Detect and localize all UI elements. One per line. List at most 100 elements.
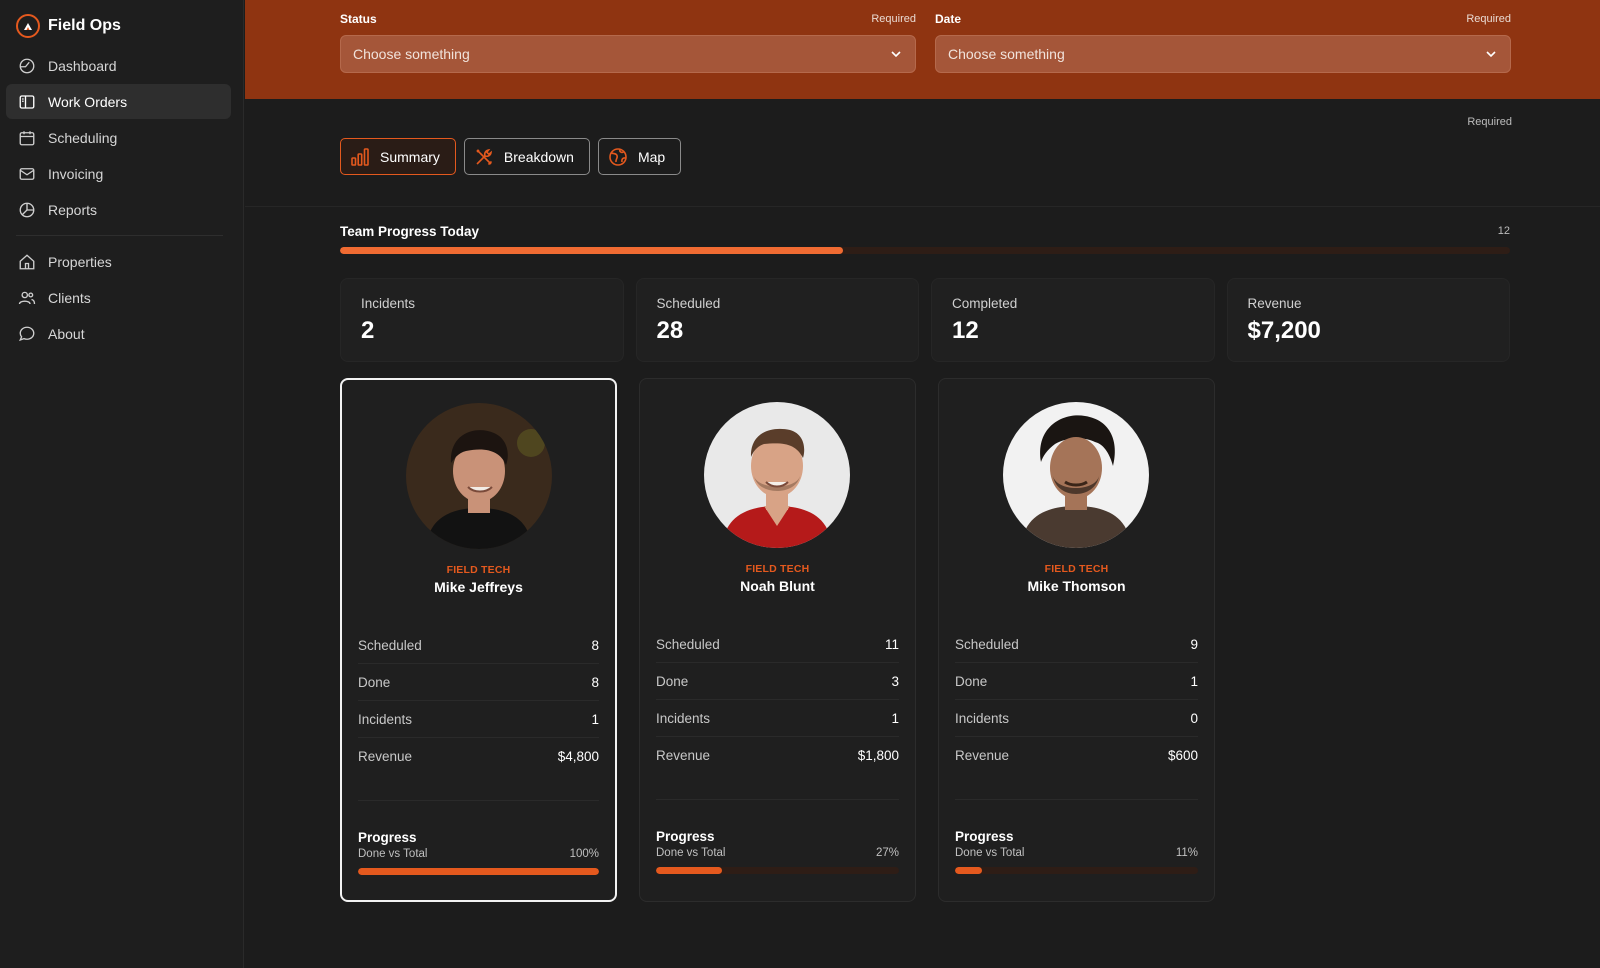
team-progress-fill [340, 247, 844, 254]
progress-percent: 11% [1175, 847, 1198, 859]
chevron-down-icon [891, 51, 901, 58]
progress-percent: 27% [875, 847, 899, 859]
team-progress-title: Team Progress Today [340, 223, 480, 239]
pie-chart-icon [19, 202, 35, 217]
tab-summary[interactable]: Summary [340, 138, 456, 175]
stat-incidents: Incidents 2 [340, 278, 624, 362]
progress-percent: 100% [569, 848, 599, 860]
sidebar-item-clients[interactable]: Clients [6, 280, 231, 315]
bar-chart-icon [351, 147, 369, 166]
tech-stat-row: Incidents 1 [358, 701, 599, 738]
sidebar-item-properties[interactable]: Properties [6, 244, 231, 279]
work-orders-icon [19, 94, 35, 109]
tools-icon [476, 148, 492, 165]
avatar [1003, 402, 1149, 548]
dashboard-icon [19, 58, 35, 73]
message-icon [19, 326, 35, 341]
globe-icon [609, 147, 627, 166]
row-value: $1,800 [857, 748, 899, 763]
mail-icon [19, 167, 35, 180]
tech-stat-row: Scheduled 9 [955, 626, 1198, 663]
tech-card[interactable]: FIELD TECH Noah Blunt Scheduled 11 Done 3 … [639, 378, 916, 902]
tech-stat-row: Scheduled 11 [656, 626, 899, 663]
sidebar-item-scheduling[interactable]: Scheduling [6, 120, 231, 155]
sidebar-item-invoicing[interactable]: Invoicing [6, 156, 231, 191]
sidebar-item-work-orders[interactable]: Work Orders [6, 84, 231, 119]
avatar-photo [704, 402, 850, 548]
tab-label: Breakdown [503, 148, 574, 165]
brand[interactable]: Field Ops [16, 13, 243, 39]
avatar [704, 402, 850, 548]
status-required: Required [871, 13, 916, 25]
tech-stat-row: Revenue $1,800 [656, 737, 899, 774]
tab-label: Map [637, 148, 666, 165]
sidebar-item-label: Clients [48, 289, 91, 306]
sidebar-item-label: Reports [48, 201, 98, 218]
sidebar-item-about[interactable]: About [6, 316, 231, 351]
progress-bar [358, 868, 599, 875]
row-value: 11 [884, 636, 899, 652]
tech-stat-row: Done 8 [358, 664, 599, 701]
tech-stat-row: Incidents 1 [656, 700, 899, 737]
stat-label: Scheduled [656, 296, 721, 311]
stat-value: 12 [952, 317, 979, 344]
row-label: Revenue [656, 748, 711, 763]
row-label: Revenue [358, 749, 413, 764]
tabs-required: Required [1467, 116, 1512, 128]
progress-title: Progress [656, 829, 715, 844]
stat-value: 2 [361, 317, 375, 344]
stat-revenue: Revenue $7,200 [1226, 278, 1510, 362]
tech-stats: Scheduled 8 Done 8 Incidents 1 Revenue $4,80… [358, 627, 599, 775]
row-label: Done [955, 673, 988, 689]
tab-map[interactable]: Map [597, 138, 682, 175]
team-progress-bar [340, 247, 1510, 254]
row-label: Incidents [656, 710, 711, 726]
status-select[interactable]: Choose something [340, 35, 916, 73]
row-value: 1 [891, 710, 899, 726]
tech-progress: Progress Done vs Total 11% [955, 829, 1198, 874]
row-value: 9 [1190, 636, 1198, 652]
chevron-down-icon [1486, 51, 1496, 58]
progress-subtitle: Done vs Total [955, 847, 1025, 859]
row-value: 1 [591, 711, 599, 727]
stat-completed: Completed 12 [931, 278, 1215, 362]
tech-card[interactable]: FIELD TECH Mike Thomson Scheduled 9 Done 1… [938, 378, 1215, 902]
tech-card[interactable]: FIELD TECH Mike Jeffreys Scheduled 8 Done… [340, 378, 617, 902]
tech-name: Mike Jeffreys [434, 579, 523, 595]
team-progress-header: Team Progress Today 12 [340, 223, 1510, 239]
sidebar-item-label: Work Orders [48, 93, 128, 110]
row-label: Incidents [955, 710, 1010, 726]
tech-cards: FIELD TECH Mike Jeffreys Scheduled 8 Done… [340, 378, 1510, 902]
tech-progress: Progress Done vs Total 100% [358, 830, 599, 875]
date-select-value: Choose something [948, 46, 1065, 62]
tech-role: FIELD TECH [745, 563, 810, 575]
row-value: 8 [591, 637, 599, 653]
home-icon [19, 253, 35, 269]
row-label: Scheduled [656, 636, 720, 652]
sidebar-nav: Dashboard Work Orders Scheduling Invoici… [0, 48, 243, 351]
status-label: Status [340, 12, 377, 26]
progress-bar [955, 867, 1198, 874]
date-select[interactable]: Choose something [935, 35, 1511, 73]
tech-progress: Progress Done vs Total 27% [656, 829, 899, 874]
stat-label: Completed [952, 296, 1018, 311]
calendar-icon [19, 130, 35, 145]
card-divider [955, 799, 1198, 800]
tech-stat-row: Scheduled 8 [358, 627, 599, 664]
row-label: Scheduled [358, 637, 422, 653]
sidebar-item-reports[interactable]: Reports [6, 192, 231, 227]
tech-name: Mike Thomson [1027, 578, 1126, 594]
tab-bar: Required Summary Breakdown Map [245, 99, 1600, 207]
card-divider [358, 800, 599, 801]
tab-label: Summary [380, 148, 440, 165]
tab-breakdown[interactable]: Breakdown [463, 138, 590, 175]
main-content: Team Progress Today 12 Incidents 2 Sched… [340, 207, 1510, 902]
sidebar-item-dashboard[interactable]: Dashboard [6, 48, 231, 83]
filter-bar: Status Required Choose something Date Re… [245, 0, 1600, 99]
tech-name: Noah Blunt [740, 578, 815, 594]
progress-fill [656, 867, 722, 874]
progress-fill [358, 868, 599, 875]
sidebar-item-label: About [48, 325, 85, 342]
view-tabs: Summary Breakdown Map [340, 138, 689, 175]
sidebar-divider [16, 235, 223, 236]
